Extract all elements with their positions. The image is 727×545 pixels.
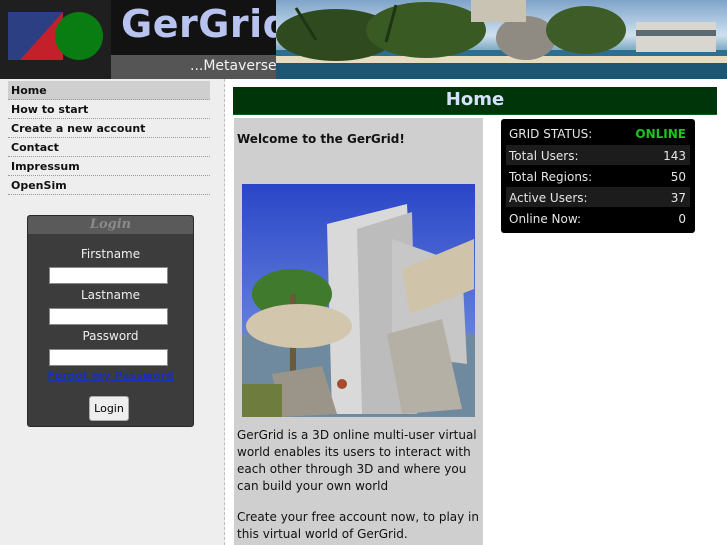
nav-item-opensim[interactable]: OpenSim	[8, 176, 210, 195]
nav-item-label: How to start	[11, 103, 89, 116]
grid-status-online-badge: ONLINE	[635, 127, 686, 141]
total-users-row: Total Users: 143	[506, 145, 690, 165]
login-panel: Login Firstname Lastname Password Forgot…	[27, 215, 194, 427]
lastname-label: Lastname	[80, 288, 141, 302]
login-heading: Login	[28, 216, 193, 234]
total-regions-row: Total Regions: 50	[506, 166, 690, 186]
login-button[interactable]: Login	[89, 396, 129, 421]
nav-item-home[interactable]: Home	[8, 81, 210, 100]
nav-item-how-to-start[interactable]: How to start	[8, 100, 210, 119]
stat-value: 50	[670, 170, 686, 184]
firstname-field[interactable]	[49, 267, 168, 284]
nav-item-label: Contact	[11, 141, 59, 154]
firstname-label: Firstname	[80, 247, 141, 261]
grid-status-label: GRID STATUS:	[509, 127, 593, 141]
stat-label: Total Users:	[509, 149, 579, 163]
stat-label: Online Now:	[509, 212, 582, 226]
online-now-row: Online Now: 0	[506, 208, 690, 228]
grid-status-panel: GRID STATUS: ONLINE Total Users: 143 Tot…	[501, 119, 695, 233]
password-label: Password	[82, 329, 139, 343]
welcome-heading: Welcome to the GerGrid!	[237, 132, 405, 146]
stat-value: 0	[678, 212, 686, 226]
stat-value: 37	[670, 191, 686, 205]
nav-item-impressum[interactable]: Impressum	[8, 157, 210, 176]
site-subtitle: ...Metaverse	[190, 58, 277, 74]
site-title[interactable]: GerGrid	[121, 2, 290, 46]
logo-circle	[55, 12, 103, 60]
header-banner-image	[276, 0, 727, 79]
logo[interactable]	[0, 0, 111, 79]
nav-item-create-account[interactable]: Create a new account	[8, 119, 210, 138]
virtual-world-image	[242, 184, 475, 417]
stat-value: 143	[663, 149, 686, 163]
page-title: Home	[445, 89, 505, 110]
forgot-password-link[interactable]: Forgot my Password	[28, 369, 193, 382]
main-content: Welcome to the GerGrid! GerGrid is a 3D …	[234, 118, 483, 545]
stat-label: Active Users:	[509, 191, 588, 205]
nav-item-label: Create a new account	[11, 122, 146, 135]
intro-paragraph: GerGrid is a 3D online multi-user virtua…	[237, 428, 477, 493]
signup-paragraph: Create your free account now, to play in…	[237, 510, 479, 541]
page-title-bar: Home	[233, 87, 717, 115]
nav-item-label: Home	[11, 84, 47, 97]
nav-item-contact[interactable]: Contact	[8, 138, 210, 157]
nav-item-label: Impressum	[11, 160, 80, 173]
stat-label: Total Regions:	[509, 170, 593, 184]
nav-item-label: OpenSim	[11, 179, 67, 192]
grid-status-row: GRID STATUS: ONLINE	[506, 123, 690, 143]
site-header: GerGrid ...Metaverse	[0, 0, 727, 79]
active-users-row: Active Users: 37	[506, 187, 690, 207]
password-field[interactable]	[49, 349, 168, 366]
lastname-field[interactable]	[49, 308, 168, 325]
